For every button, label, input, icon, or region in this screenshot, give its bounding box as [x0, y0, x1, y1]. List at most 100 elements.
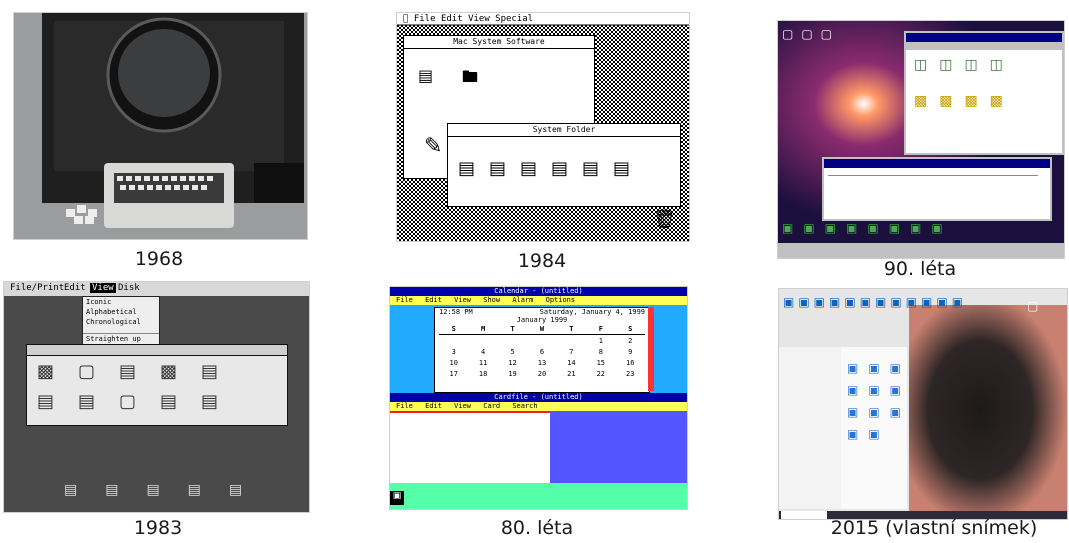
- menu-file-print[interactable]: File/Print: [10, 283, 64, 293]
- calendar-day[interactable]: 5: [498, 346, 527, 357]
- calendar-time: 12:58 PM: [439, 308, 473, 316]
- menu-file[interactable]: File: [414, 14, 436, 24]
- apple-icon[interactable]: : [403, 14, 408, 24]
- calendar-week-row: 12: [439, 335, 645, 347]
- trash-icon[interactable]: 🗑: [653, 209, 676, 230]
- view-item-chronological[interactable]: Chronological: [83, 317, 159, 327]
- weekday-label: M: [468, 324, 498, 335]
- view-item-iconic[interactable]: Iconic: [83, 297, 159, 307]
- cardfile-menu-file[interactable]: File: [396, 402, 413, 410]
- menu-file[interactable]: File: [396, 296, 413, 304]
- menu-show[interactable]: Show: [483, 296, 500, 304]
- weekday-label: S: [439, 324, 469, 335]
- cardfile-menu-card[interactable]: Card: [483, 402, 500, 410]
- cardfile-menu-search[interactable]: Search: [512, 402, 537, 410]
- document-icons-row2[interactable]: ▤▤▢▤▤: [37, 391, 242, 412]
- start-menu-list[interactable]: [779, 347, 842, 509]
- menu-options[interactable]: Options: [546, 296, 576, 304]
- calendar-day[interactable]: [527, 335, 556, 347]
- desktop-icons-row[interactable]: ▣▣▣▣▣▣▣▣: [782, 221, 953, 235]
- calendar-day[interactable]: 3: [439, 346, 468, 357]
- system-folder-icon[interactable]: ▤: [418, 66, 433, 85]
- calendar-day[interactable]: 1: [586, 335, 615, 347]
- calendar-day[interactable]: 8: [586, 346, 615, 357]
- calendar-day[interactable]: 11: [468, 357, 497, 368]
- explorer-window: [822, 157, 1052, 221]
- cardfile-card[interactable]: [390, 411, 550, 485]
- caption-1968: 1968: [134, 248, 184, 270]
- window-title[interactable]: System Folder: [448, 124, 680, 137]
- calendar-day[interactable]: 16: [616, 357, 645, 368]
- mac-menu-bar:  File Edit View Special: [403, 13, 533, 25]
- terminal-illustration: [14, 13, 307, 239]
- menu-alarm[interactable]: Alarm: [512, 296, 533, 304]
- msdos-icon[interactable]: ▣: [390, 491, 404, 505]
- calendar-day[interactable]: [468, 335, 497, 347]
- calendar-day[interactable]: 15: [586, 357, 615, 368]
- desktop-icons[interactable]: ▢▢▢: [782, 27, 840, 41]
- menu-edit[interactable]: Edit: [425, 296, 442, 304]
- tile-icons[interactable]: ▣▣▣ ▣▣▣ ▣▣▣ ▣▣: [847, 357, 911, 445]
- menu-view[interactable]: View: [90, 283, 116, 293]
- menu-special[interactable]: Special: [495, 14, 533, 24]
- cardfile-background: [550, 411, 687, 483]
- calendar-day[interactable]: 12: [498, 357, 527, 368]
- calendar-day[interactable]: [498, 335, 527, 347]
- cardfile-menu-edit[interactable]: Edit: [425, 402, 442, 410]
- calendar-day[interactable]: 2: [616, 335, 645, 347]
- calendar-day[interactable]: 17: [439, 368, 468, 379]
- calendar-day[interactable]: 22: [586, 368, 615, 379]
- calendar-day[interactable]: 18: [468, 368, 497, 379]
- calendar-day[interactable]: 6: [527, 346, 556, 357]
- weekday-label: W: [527, 324, 557, 335]
- calendar-day[interactable]: 14: [557, 357, 586, 368]
- cardfile-menu-view[interactable]: View: [454, 402, 471, 410]
- calendar-day[interactable]: 21: [557, 368, 586, 379]
- window-titlebar[interactable]: [824, 159, 1050, 168]
- cardfile-menubar: File Edit View Card Search: [390, 402, 687, 411]
- calendar-day[interactable]: 10: [439, 357, 468, 368]
- weekday-label: T: [497, 324, 528, 335]
- empty-folder-icon[interactable]: 🖿: [462, 66, 478, 93]
- paint-icon[interactable]: ✎: [424, 134, 442, 159]
- drive-icons[interactable]: ◫◫◫◫: [914, 57, 1015, 73]
- photo-1968-terminal: [13, 12, 308, 240]
- calendar-day[interactable]: [439, 335, 468, 347]
- menu-view[interactable]: View: [454, 296, 471, 304]
- calendar-day[interactable]: 20: [527, 368, 556, 379]
- window-title[interactable]: Mac System Software: [404, 36, 594, 49]
- calendar-day[interactable]: 13: [527, 357, 556, 368]
- lisa-menu-bar: File/Print Edit View Disk: [4, 282, 309, 296]
- cardfile-titlebar[interactable]: Cardfile - (untitled): [390, 393, 687, 402]
- calendar-day[interactable]: 23: [616, 368, 645, 379]
- my-computer-window: ◫◫◫◫ ▩▩▩▩: [904, 31, 1064, 155]
- calendar-titlebar[interactable]: Calendar - (untitled): [390, 287, 687, 296]
- calendar-week-row: 10 11 12 13 14 15 16: [439, 357, 645, 368]
- menu-disk[interactable]: Disk: [118, 283, 140, 293]
- calendar-menubar: File Edit View Show Alarm Options: [390, 296, 687, 305]
- taskbar-search-box[interactable]: [781, 511, 827, 519]
- desktop-bottom-icons[interactable]: ▤▤▤▤▤: [64, 482, 270, 498]
- calendar-day[interactable]: 9: [616, 346, 645, 357]
- menu-edit[interactable]: Edit: [64, 283, 86, 293]
- menu-view[interactable]: View: [468, 14, 490, 24]
- caption-2015: 2015 (vlastní snímek): [830, 517, 1038, 539]
- document-icons[interactable]: ▩▢▤▩▤: [37, 361, 242, 382]
- desktop-top-icons[interactable]: ▣▣▣▣▣▣▣▣▣▣▣▣: [783, 295, 967, 309]
- folder-icons[interactable]: ▩▩▩▩: [914, 93, 1015, 109]
- weekday-label: S: [615, 324, 645, 335]
- mac-window-system-folder: System Folder ▤▤▤▤▤▤: [447, 123, 681, 207]
- view-item-alphabetical[interactable]: Alphabetical: [83, 307, 159, 317]
- window-titlebar[interactable]: [27, 345, 287, 356]
- calendar-day[interactable]: 7: [557, 346, 586, 357]
- calendar-day[interactable]: [557, 335, 586, 347]
- calendar-day[interactable]: 19: [498, 368, 527, 379]
- screenshot-mac-1984:  File Edit View Special Mac System Soft…: [396, 12, 690, 242]
- menu-edit[interactable]: Edit: [441, 14, 463, 24]
- scrollbar[interactable]: [648, 307, 654, 391]
- calendar-day[interactable]: 4: [468, 346, 497, 357]
- lisa-disk-window: ▩▢▤▩▤ ▤▤▢▤▤: [26, 344, 288, 426]
- file-list: [828, 175, 1038, 206]
- window-titlebar[interactable]: [906, 33, 1062, 42]
- desktop-file-icon[interactable]: ▢: [1027, 299, 1038, 313]
